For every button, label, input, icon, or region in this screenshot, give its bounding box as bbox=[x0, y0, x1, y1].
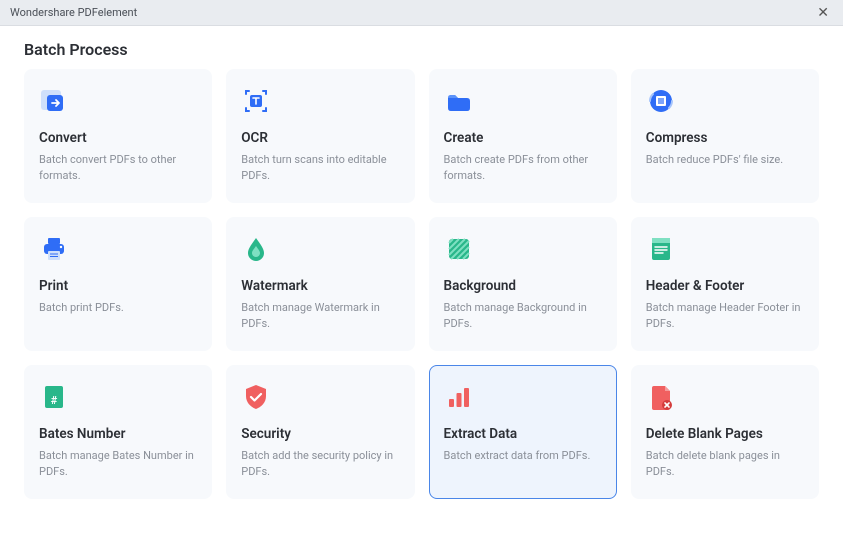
card-desc: Batch print PDFs. bbox=[39, 300, 197, 316]
card-background[interactable]: Background Batch manage Background in PD… bbox=[429, 217, 617, 351]
card-desc: Batch manage Background in PDFs. bbox=[444, 300, 602, 332]
titlebar: Wondershare PDFelement ✕ bbox=[0, 0, 843, 26]
watermark-icon bbox=[241, 234, 271, 264]
card-title: OCR bbox=[241, 130, 399, 146]
card-security[interactable]: Security Batch add the security policy i… bbox=[226, 365, 414, 499]
close-icon[interactable]: ✕ bbox=[813, 5, 833, 21]
card-delete-blank-pages[interactable]: Delete Blank Pages Batch delete blank pa… bbox=[631, 365, 819, 499]
card-title: Header & Footer bbox=[646, 278, 804, 294]
window-title: Wondershare PDFelement bbox=[10, 6, 137, 19]
card-title: Security bbox=[241, 426, 399, 442]
card-desc: Batch manage Bates Number in PDFs. bbox=[39, 448, 197, 480]
card-create[interactable]: Create Batch create PDFs from other form… bbox=[429, 69, 617, 203]
delete-blank-pages-icon bbox=[646, 382, 676, 412]
card-convert[interactable]: Convert Batch convert PDFs to other form… bbox=[24, 69, 212, 203]
extract-data-icon bbox=[444, 382, 474, 412]
card-ocr[interactable]: OCR Batch turn scans into editable PDFs. bbox=[226, 69, 414, 203]
card-desc: Batch add the security policy in PDFs. bbox=[241, 448, 399, 480]
print-icon bbox=[39, 234, 69, 264]
card-desc: Batch reduce PDFs' file size. bbox=[646, 152, 804, 168]
card-desc: Batch convert PDFs to other formats. bbox=[39, 152, 197, 184]
card-title: Convert bbox=[39, 130, 197, 146]
card-desc: Batch create PDFs from other formats. bbox=[444, 152, 602, 184]
background-icon bbox=[444, 234, 474, 264]
card-title: Compress bbox=[646, 130, 804, 146]
bates-number-icon: # bbox=[39, 382, 69, 412]
card-desc: Batch delete blank pages in PDFs. bbox=[646, 448, 804, 480]
card-title: Bates Number bbox=[39, 426, 197, 442]
create-icon bbox=[444, 86, 474, 116]
card-desc: Batch manage Watermark in PDFs. bbox=[241, 300, 399, 332]
card-desc: Batch extract data from PDFs. bbox=[444, 448, 602, 464]
card-title: Create bbox=[444, 130, 602, 146]
batch-grid: Convert Batch convert PDFs to other form… bbox=[0, 69, 843, 523]
card-bates-number[interactable]: # Bates Number Batch manage Bates Number… bbox=[24, 365, 212, 499]
svg-text:#: # bbox=[51, 394, 58, 407]
card-desc: Batch manage Header Footer in PDFs. bbox=[646, 300, 804, 332]
convert-icon bbox=[39, 86, 69, 116]
header-footer-icon bbox=[646, 234, 676, 264]
compress-icon bbox=[646, 86, 676, 116]
page-title: Batch Process bbox=[0, 26, 843, 69]
card-compress[interactable]: Compress Batch reduce PDFs' file size. bbox=[631, 69, 819, 203]
card-print[interactable]: Print Batch print PDFs. bbox=[24, 217, 212, 351]
card-title: Extract Data bbox=[444, 426, 602, 442]
card-watermark[interactable]: Watermark Batch manage Watermark in PDFs… bbox=[226, 217, 414, 351]
ocr-icon bbox=[241, 86, 271, 116]
card-title: Watermark bbox=[241, 278, 399, 294]
card-header-footer[interactable]: Header & Footer Batch manage Header Foot… bbox=[631, 217, 819, 351]
card-extract-data[interactable]: Extract Data Batch extract data from PDF… bbox=[429, 365, 617, 499]
card-title: Delete Blank Pages bbox=[646, 426, 804, 442]
card-title: Print bbox=[39, 278, 197, 294]
security-icon bbox=[241, 382, 271, 412]
card-title: Background bbox=[444, 278, 602, 294]
card-desc: Batch turn scans into editable PDFs. bbox=[241, 152, 399, 184]
